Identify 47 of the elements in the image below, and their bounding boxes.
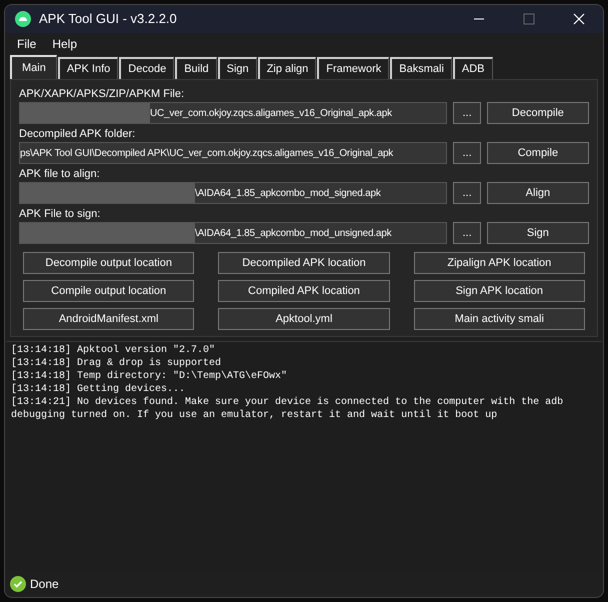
log-line: [13:14:18] Temp directory: "D:\Temp\ATG\eFOwx" — [11, 370, 288, 383]
browse-button[interactable]: ... — [453, 182, 481, 204]
location-button[interactable]: Zipalign APK location — [414, 252, 585, 274]
maximize-icon[interactable] — [523, 13, 535, 25]
path-field[interactable]: \AIDA64_1.85_apkcombo_mod_signed.apk — [19, 182, 448, 204]
menu-item[interactable]: Help — [46, 35, 84, 53]
action-button[interactable]: Decompile — [486, 102, 589, 124]
close-icon[interactable] — [573, 13, 585, 25]
action-button[interactable]: Sign — [486, 222, 589, 244]
tab[interactable]: Build — [175, 57, 217, 79]
action-button[interactable]: Align — [486, 182, 589, 204]
field-label: APK file to align: — [19, 167, 101, 182]
check-icon — [10, 576, 26, 592]
path-field[interactable]: ps\APK Tool GUI\Decompiled APK\UC_ver_com.okjoy.zqcs.aligames_v16_Original_apk — [19, 142, 448, 164]
field-label: APK File to sign: — [19, 207, 102, 222]
log-line: [13:14:18] Drag & drop is supported — [11, 357, 222, 370]
window-title: APK Tool GUI - v3.2.2.0 — [39, 10, 177, 28]
browse-button[interactable]: ... — [453, 142, 481, 164]
path-field[interactable]: \AIDA64_1.85_apkcombo_mod_unsigned.apk — [19, 222, 448, 244]
tab[interactable]: ADB — [452, 57, 493, 79]
location-button[interactable]: AndroidManifest.xml — [23, 308, 194, 330]
status-text: Done — [30, 576, 59, 593]
tab[interactable]: Sign — [218, 57, 257, 79]
location-button[interactable]: Main activity smali — [414, 308, 585, 330]
log-line: [13:14:21] No devices found. Make sure your device is connected to the computer with the adb debugging turned on. If you use an emulator, restart it and wait until it boot up — [11, 396, 564, 422]
location-button[interactable]: Decompile output location — [23, 252, 194, 274]
browse-button[interactable]: ... — [453, 102, 481, 124]
menu-item[interactable]: File — [11, 35, 42, 53]
log-line: [13:14:18] Getting devices... — [11, 383, 186, 396]
tab[interactable]: Main — [10, 55, 57, 79]
location-button[interactable]: Apktool.yml — [218, 308, 390, 330]
location-button[interactable]: Compile output location — [23, 280, 194, 302]
path-field[interactable]: UC_ver_com.okjoy.zqcs.aligames_v16_Original_apk.apk — [19, 102, 448, 124]
location-button[interactable]: Decompiled APK location — [218, 252, 390, 274]
tab[interactable]: APK Info — [58, 57, 118, 79]
tab[interactable]: Decode — [119, 57, 174, 79]
tab[interactable]: Zip align — [258, 57, 316, 79]
tab[interactable]: Baksmali — [390, 57, 452, 79]
action-button[interactable]: Compile — [486, 142, 589, 164]
field-label: APK/XAPK/APKS/ZIP/APKM File: — [19, 87, 186, 102]
log-line: [13:14:18] Apktool version "2.7.0" — [11, 344, 216, 357]
tab[interactable]: Framework — [317, 57, 390, 79]
field-label: Decompiled APK folder: — [19, 127, 136, 142]
browse-button[interactable]: ... — [453, 222, 481, 244]
location-button[interactable]: Sign APK location — [414, 280, 585, 302]
android-logo-icon — [15, 11, 31, 27]
location-button[interactable]: Compiled APK location — [218, 280, 390, 302]
